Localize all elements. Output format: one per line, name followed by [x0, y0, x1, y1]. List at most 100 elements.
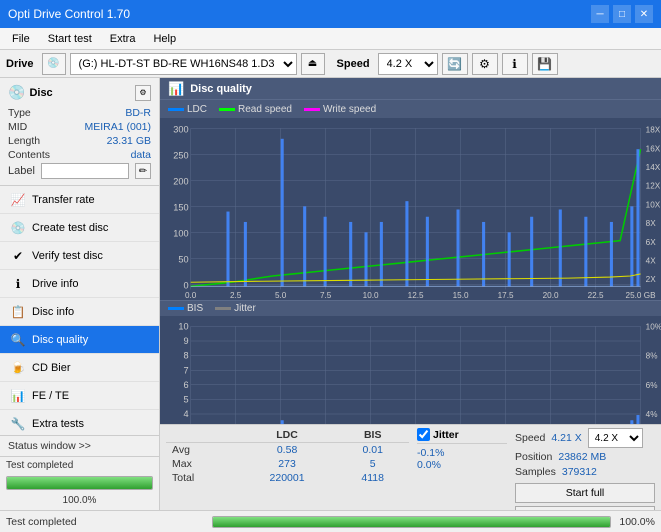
contents-value: data — [131, 149, 151, 161]
svg-text:8X: 8X — [646, 219, 656, 228]
start-full-button[interactable]: Start full — [515, 483, 655, 503]
svg-text:150: 150 — [173, 202, 188, 212]
position-row: Position 23862 MB — [515, 451, 655, 463]
menubar: File Start test Extra Help — [0, 28, 661, 50]
nav-label-cd-bier: CD Bier — [32, 362, 71, 374]
jitter-checkbox[interactable] — [417, 428, 430, 441]
col-bis: BIS — [336, 428, 409, 443]
minimize-button[interactable]: ─ — [591, 5, 609, 23]
progress-status: Test completed — [6, 460, 73, 471]
save-button[interactable]: 💾 — [532, 53, 558, 75]
eject-button[interactable]: ⏏ — [301, 53, 325, 75]
menu-start-test[interactable]: Start test — [40, 31, 100, 47]
sidebar-item-verify-test-disc[interactable]: ✔ Verify test disc — [0, 242, 159, 270]
avg-bis: 0.01 — [336, 443, 409, 458]
svg-text:0.0: 0.0 — [185, 291, 197, 300]
menu-file[interactable]: File — [4, 31, 38, 47]
info-button[interactable]: ℹ — [502, 53, 528, 75]
drive-icon-btn[interactable]: 💿 — [42, 53, 66, 75]
total-bis: 4118 — [336, 471, 409, 485]
app-title: Opti Drive Control 1.70 — [8, 7, 130, 21]
chart-header-icon: 📊 — [168, 81, 184, 97]
bottom-bar: Test completed 100.0% — [0, 510, 661, 532]
legend-ldc: LDC — [168, 104, 207, 115]
svg-text:2X: 2X — [646, 275, 656, 284]
nav-label-verify-test-disc: Verify test disc — [32, 250, 103, 262]
samples-value: 379312 — [562, 466, 597, 478]
action-buttons: Start full Start part — [515, 483, 655, 510]
mid-label: MID — [8, 121, 27, 133]
svg-text:17.5: 17.5 — [498, 291, 514, 300]
length-value: 23.31 GB — [107, 135, 151, 147]
svg-text:4X: 4X — [646, 256, 656, 265]
status-window-label: Status window >> — [8, 440, 91, 452]
stats-row-total: Total 220001 4118 — [166, 471, 409, 485]
col-ldc: LDC — [238, 428, 337, 443]
speed-select-stats[interactable]: 4.2 X — [588, 428, 643, 448]
avg-label: Avg — [166, 443, 238, 458]
sidebar-item-transfer-rate[interactable]: 📈 Transfer rate — [0, 186, 159, 214]
disc-icon: 💿 — [8, 84, 25, 101]
create-disc-icon: 💿 — [10, 221, 26, 235]
legend-read-color — [219, 108, 235, 111]
stats-table: LDC BIS Avg 0.58 0.01 Max 273 — [166, 428, 409, 485]
svg-text:5.0: 5.0 — [275, 291, 287, 300]
settings-button[interactable]: ⚙ — [472, 53, 498, 75]
svg-text:8: 8 — [184, 351, 189, 361]
status-window-link[interactable]: Status window >> — [0, 435, 159, 456]
svg-text:12.5: 12.5 — [408, 291, 424, 300]
sidebar-item-drive-info[interactable]: ℹ Drive info — [0, 270, 159, 298]
jitter-header: Jitter — [433, 429, 459, 441]
maximize-button[interactable]: □ — [613, 5, 631, 23]
position-value: 23862 MB — [558, 451, 606, 463]
progress-area: Test completed — [0, 456, 159, 474]
sidebar-item-disc-quality[interactable]: 🔍 Disc quality — [0, 326, 159, 354]
type-value: BD-R — [125, 107, 151, 119]
main-layout: 💿 Disc ⚙ Type BD-R MID MEIRA1 (001) Leng… — [0, 78, 661, 510]
svg-text:4: 4 — [184, 409, 189, 419]
svg-text:4%: 4% — [646, 410, 658, 419]
mid-value: MEIRA1 (001) — [84, 121, 151, 133]
start-part-button[interactable]: Start part — [515, 506, 655, 510]
legend-ldc-color — [168, 108, 184, 111]
disc-settings-btn[interactable]: ⚙ — [135, 85, 151, 101]
legend-read-label: Read speed — [238, 104, 292, 115]
upper-chart-svg: 300 250 200 150 100 50 0 18X 16X 14X 12X… — [160, 118, 661, 300]
nav-items: 📈 Transfer rate 💿 Create test disc ✔ Ver… — [0, 186, 159, 435]
svg-text:300: 300 — [173, 124, 188, 134]
avg-ldc: 0.58 — [238, 443, 337, 458]
sidebar-item-cd-bier[interactable]: 🍺 CD Bier — [0, 354, 159, 382]
menu-extra[interactable]: Extra — [102, 31, 144, 47]
close-button[interactable]: ✕ — [635, 5, 653, 23]
lower-chart: 10 9 8 7 6 5 4 3 2 1 10% 8% 6% 4% 2% — [160, 316, 661, 424]
sidebar-item-disc-info[interactable]: 📋 Disc info — [0, 298, 159, 326]
svg-text:25.0 GB: 25.0 GB — [626, 291, 656, 300]
chart-header-title: Disc quality — [190, 83, 252, 95]
extra-tests-icon: 🔧 — [10, 417, 26, 431]
svg-text:10: 10 — [178, 321, 188, 331]
stats-right: Speed 4.21 X 4.2 X Position 23862 MB Sam… — [515, 428, 655, 510]
bottom-percent: 100.0% — [619, 516, 655, 528]
legend-upper: LDC Read speed Write speed — [160, 100, 661, 118]
window-controls: ─ □ ✕ — [591, 5, 653, 23]
nav-label-drive-info: Drive info — [32, 278, 78, 290]
sidebar-item-fe-te[interactable]: 📊 FE / TE — [0, 382, 159, 410]
lower-chart-svg: 10 9 8 7 6 5 4 3 2 1 10% 8% 6% 4% 2% — [160, 316, 661, 424]
menu-help[interactable]: Help — [145, 31, 184, 47]
drive-select[interactable]: (G:) HL-DT-ST BD-RE WH16NS48 1.D3 — [70, 53, 297, 75]
svg-text:10%: 10% — [646, 322, 661, 331]
svg-text:9: 9 — [184, 336, 189, 346]
nav-label-transfer-rate: Transfer rate — [32, 194, 95, 206]
stats-row-avg: Avg 0.58 0.01 — [166, 443, 409, 458]
charts-container: 300 250 200 150 100 50 0 18X 16X 14X 12X… — [160, 118, 661, 424]
label-input[interactable] — [41, 163, 129, 179]
speed-select[interactable]: 4.2 X — [378, 53, 438, 75]
svg-text:5: 5 — [184, 394, 189, 404]
disc-panel-title: Disc — [29, 87, 52, 99]
svg-text:10.0: 10.0 — [363, 291, 379, 300]
max-ldc: 273 — [238, 457, 337, 471]
sidebar-item-extra-tests[interactable]: 🔧 Extra tests — [0, 410, 159, 435]
sidebar-item-create-test-disc[interactable]: 💿 Create test disc — [0, 214, 159, 242]
label-edit-btn[interactable]: ✏ — [135, 163, 151, 179]
refresh-button[interactable]: 🔄 — [442, 53, 468, 75]
